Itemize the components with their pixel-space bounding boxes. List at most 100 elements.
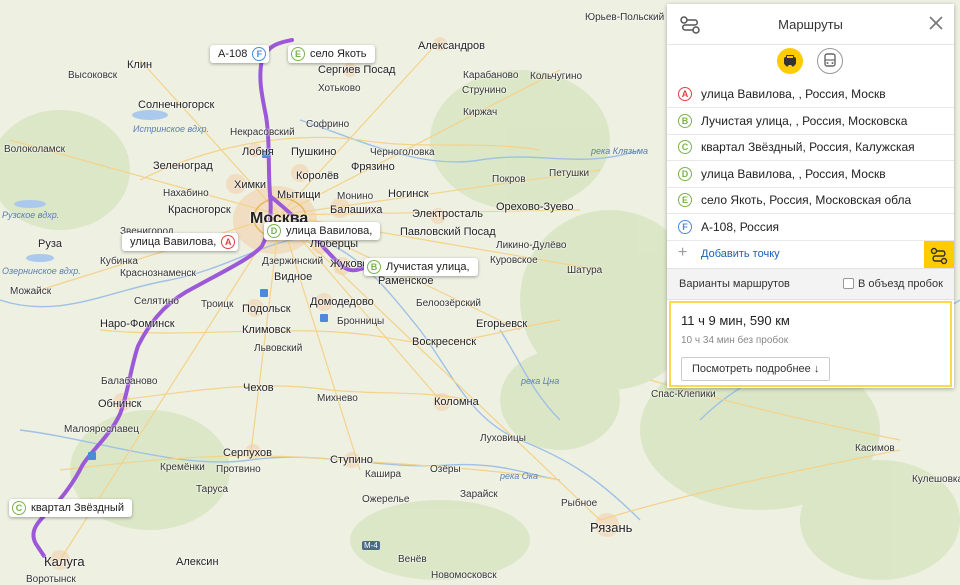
city-label: Луховицы [480,433,526,444]
city-label: Белоозёрский [416,298,482,309]
waypoint-letter-icon: F [678,219,692,234]
reverse-route-button[interactable] [924,241,954,271]
water-label: река Ока [500,471,539,481]
city-label: Красногорск [168,204,231,216]
city-label: Егорьевск [476,318,528,330]
city-label: Кремёнки [160,462,205,473]
city-label: Ступино [330,454,373,466]
road-label: М-4 [362,541,380,550]
waypoint-address-input[interactable]: квартал Звёздный, Россия, Калужская [701,140,954,154]
waypoint-letter-icon: B [678,113,692,128]
city-label: Касимов [855,443,895,454]
waypoint-row[interactable]: Aулица Вавилова, , Россия, Москв [667,81,954,108]
route-result-card[interactable]: 11 ч 9 мин, 590 км 10 ч 34 мин без пробо… [669,301,952,387]
city-label: Видное [274,271,313,283]
city-label: Подольск [242,303,291,315]
city-label: Ликино-Дулёво [496,240,567,251]
route-duration-distance: 11 ч 9 мин, 590 км [681,313,790,328]
city-label: Киржач [463,107,498,118]
city-label: Электросталь [412,208,483,220]
city-label: Наро-Фоминск [100,318,175,330]
route-point-callout[interactable]: Лучистая улица, B [364,258,478,276]
waypoint-row[interactable]: B Лучистая улица, , Россия, Московска [667,108,954,135]
city-label: Можайск [10,286,52,297]
city-label: Некрасовский [230,127,295,138]
route-variants-bar: Варианты маршрутов В объезд пробок [667,268,954,300]
waypoint-row[interactable]: F А-108, Россия [667,214,954,241]
city-label: Раменское [378,275,434,287]
city-label: Рыбное [561,498,598,509]
waypoint-row[interactable]: Eсело Якоть, Россия, Московская обла [667,187,954,214]
city-label: Куровское [490,255,538,266]
waypoint-marker-icon: F [252,47,267,61]
city-label: Королёв [296,170,339,182]
city-label: Руза [38,238,62,250]
city-label: Новомосковск [431,570,497,581]
route-point-callout[interactable]: улица Вавилова, D [264,222,381,240]
route-point-callout[interactable]: село Якоть E [288,45,375,63]
city-label: Балабаново [101,376,158,387]
city-label: Кубинка [100,256,138,267]
add-point-link[interactable]: Добавить точку [701,248,780,260]
water-label: река Цна [521,376,560,386]
city-label: Ожерелье [362,494,410,505]
avoid-traffic-label[interactable]: В объезд пробок [858,278,943,290]
route-point-callout[interactable]: А-108 F [210,45,270,63]
city-label: Софрино [306,119,350,130]
city-label: Лобня [242,146,274,158]
city-label: Рязань [590,520,633,535]
plus-icon: + [678,244,688,261]
transport-mode-switch [667,48,954,76]
city-label: Дзержинский [262,256,324,267]
view-details-button[interactable]: Посмотреть подробнее ↓ [681,357,831,381]
city-label: Химки [234,179,267,191]
waypoint-marker-icon: C [12,501,26,515]
car-mode-button[interactable] [777,48,803,74]
waypoint-address-input[interactable]: улица Вавилова, , Россия, Москв [701,167,954,181]
city-label: Черноголовка [370,147,435,158]
callout-label: улица Вавилова, [286,225,373,237]
city-label: Ногинск [388,188,429,200]
waypoint-address-input[interactable]: село Якоть, Россия, Московская обла [701,193,954,207]
panel-title: Маршруты [778,17,843,32]
callout-label: А-108 [218,48,248,60]
add-point-row[interactable]: + Добавить точку [667,241,954,271]
city-label: Селятино [134,296,179,307]
avoid-traffic-checkbox[interactable] [843,278,854,289]
city-label: Александров [418,40,485,52]
route-point-callout[interactable]: улица Вавилова, A [122,233,239,251]
panel-header: Маршруты [667,4,954,45]
route-point-callout[interactable]: квартал Звёздный C [9,499,132,517]
callout-label: Лучистая улица, [386,261,470,273]
city-label: Балашиха [330,204,383,216]
city-label: Струнино [462,85,507,96]
city-label: Климовск [242,324,291,336]
bus-icon [824,53,836,67]
waypoint-row[interactable]: Cквартал Звёздный, Россия, Калужская [667,134,954,161]
city-label: Малоярославец [64,424,139,435]
city-label: Калуга [44,554,85,569]
waypoint-address-input[interactable]: улица Вавилова, , Россия, Москв [701,87,954,101]
callout-label: улица Вавилова, [130,236,217,248]
callout-label: село Якоть [310,48,367,60]
city-label: Юрьев-Польский [585,12,665,23]
city-label: Волоколамск [4,144,65,155]
city-label: Кулешовка [912,474,960,485]
close-icon[interactable] [929,16,943,35]
city-label: Высоковск [68,70,118,81]
city-label: Воротынск [26,574,76,585]
city-label: Монино [337,191,374,202]
city-label: Обнинск [98,398,142,410]
waypoint-letter-icon: C [678,140,692,154]
city-label: Орехово-Зуево [496,201,574,213]
water-label: Истринское вдхр. [133,124,210,134]
city-label: Пушкино [291,146,337,158]
city-label: Петушки [549,168,590,179]
waypoint-address-input[interactable]: А-108, Россия [701,220,954,234]
city-label: Михнево [317,393,358,404]
waypoint-address-input[interactable]: Лучистая улица, , Россия, Московска [701,114,954,128]
waypoint-letter-icon: A [678,87,692,101]
public-transport-mode-button[interactable] [817,48,843,74]
route-duration-no-traffic: 10 ч 34 мин без пробок [681,335,789,346]
waypoint-row[interactable]: Dулица Вавилова, , Россия, Москв [667,161,954,188]
